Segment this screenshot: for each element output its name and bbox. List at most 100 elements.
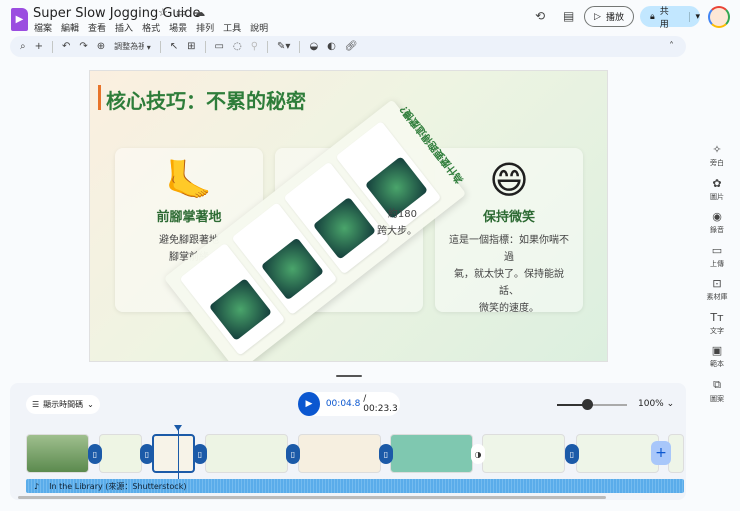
playback-control: ▶ 00:04.8 / 00:23.3 xyxy=(298,392,400,416)
scene-clip[interactable] xyxy=(26,434,89,473)
total-time: / 00:23.3 xyxy=(363,394,398,414)
slide-title[interactable]: 核心技巧：不累的秘密 xyxy=(106,85,306,114)
sidebar-label: 錄音 xyxy=(710,226,724,234)
menu-tools[interactable]: 工具 xyxy=(223,21,241,34)
scene-clip[interactable] xyxy=(205,434,288,473)
transition-icon[interactable]: ▯ xyxy=(379,444,393,464)
transition-icon[interactable]: ▯ xyxy=(88,444,102,464)
shape-icon[interactable]: ◌ xyxy=(233,41,242,52)
card-text: 約180 xyxy=(387,209,417,220)
sidebar-label: 旁白 xyxy=(710,159,724,167)
sidebar-record[interactable]: ◉ 錄音 xyxy=(700,210,734,235)
border-icon[interactable]: ◐ xyxy=(327,41,336,52)
textbox-icon[interactable]: ⊞ xyxy=(187,41,195,52)
transition-icon[interactable]: ▯ xyxy=(286,444,300,464)
slide-canvas[interactable]: 核心技巧：不累的秘密 🦶 前腳掌著地 避免腳跟著地腳掌前緣 約180跨大步。 😄… xyxy=(89,70,608,362)
timecode-toggle[interactable]: ☰ 顯示時間碼 ⌄ xyxy=(26,395,100,414)
menu-help[interactable]: 說明 xyxy=(250,21,268,34)
vids-logo[interactable]: ▶ xyxy=(11,8,28,31)
sidebar-label: 範本 xyxy=(710,360,724,368)
scene-clip[interactable] xyxy=(298,434,381,473)
card-title: 保持微笑 xyxy=(482,210,535,225)
music-note-icon: ♪ xyxy=(34,481,40,491)
transition-icon[interactable]: ▯ xyxy=(193,444,207,464)
cloud-icon[interactable]: ☁ xyxy=(194,6,205,19)
add-icon[interactable]: + xyxy=(35,41,43,52)
menu-format[interactable]: 格式 xyxy=(142,21,160,34)
transition-icon[interactable]: ▯ xyxy=(140,444,154,464)
comment-icon[interactable]: ▤ xyxy=(563,9,574,23)
timeline-play-button[interactable]: ▶ xyxy=(298,392,320,416)
add-transition-icon[interactable]: ◑ xyxy=(471,444,485,464)
fit-select[interactable]: 調整為視窗大小 ▾ xyxy=(114,41,151,52)
current-time: 00:04.8 xyxy=(325,399,361,409)
image-sparkle-icon: ✿ xyxy=(712,177,722,190)
sidebar-images[interactable]: ✿ 圖片 xyxy=(700,177,734,202)
timeline-scrollbar[interactable] xyxy=(18,496,606,499)
link-icon[interactable]: 🔗︎ xyxy=(345,41,358,52)
menu-file[interactable]: 檔案 xyxy=(34,21,52,34)
share-button[interactable]: 🔒︎ 共用 ▾ xyxy=(640,6,700,30)
play-button[interactable]: ▷ 播放 xyxy=(584,6,634,27)
card-text: 這是一個指標：如果你喘不過 xyxy=(449,235,569,263)
paint-format-icon[interactable]: ⚲ xyxy=(251,41,258,52)
scene-clip[interactable] xyxy=(390,434,473,473)
scene-clip[interactable] xyxy=(576,434,659,473)
sidebar-upload[interactable]: ▭ 上傳 xyxy=(700,244,734,269)
history-icon[interactable]: ⟲ xyxy=(535,9,545,23)
menu-insert[interactable]: 插入 xyxy=(115,21,133,34)
folder-icon: ▭ xyxy=(711,244,723,257)
undo-icon[interactable]: ↶ xyxy=(62,41,70,52)
scene-clip-selected[interactable] xyxy=(152,434,195,473)
menu-scene[interactable]: 場景 xyxy=(169,21,187,34)
play-label: 播放 xyxy=(605,13,624,23)
sparkle-icon: ✧ xyxy=(712,143,722,156)
sidebar-text[interactable]: Tт 文字 xyxy=(700,311,734,336)
sidebar-templates[interactable]: ▣ 範本 xyxy=(700,344,734,369)
shapes-icon: ⧉ xyxy=(713,378,721,391)
sidebar-label: 上傳 xyxy=(710,260,724,268)
panel-resize-handle[interactable] xyxy=(336,375,362,377)
move-folder-icon[interactable]: ▭ xyxy=(176,6,186,19)
sidebar-label: 圖片 xyxy=(710,193,724,201)
sidebar-label: 素材庫 xyxy=(706,293,728,301)
pen-icon[interactable]: ✎▾ xyxy=(277,41,290,52)
card-text: 氣，就太快了。保持能說話、 xyxy=(454,269,564,297)
transition-icon[interactable]: ▯ xyxy=(565,444,579,464)
sidebar-label: 文字 xyxy=(710,327,724,335)
title-accent-bar xyxy=(98,85,101,110)
foot-icon: 🦶 xyxy=(165,158,213,202)
fit-label: 調整為視窗大小 xyxy=(114,42,145,51)
card-text: 微笑的速度。 xyxy=(479,303,539,314)
zoom-select[interactable]: 100% ⌄ xyxy=(638,399,674,409)
star-icon[interactable]: ☆ xyxy=(158,6,168,19)
redo-icon[interactable]: ↷ xyxy=(79,41,87,52)
share-dropdown-icon[interactable]: ▾ xyxy=(689,11,700,22)
image-icon[interactable]: ▭ xyxy=(215,41,224,52)
menu-view[interactable]: 查看 xyxy=(88,21,106,34)
sidebar-narration[interactable]: ✧ 旁白 xyxy=(700,143,734,168)
select-icon[interactable]: ↖ xyxy=(170,41,178,52)
account-avatar[interactable] xyxy=(708,6,730,28)
card-text: 跨大步。 xyxy=(377,226,417,237)
zoom-value: 100% xyxy=(638,399,664,409)
zoom-icon[interactable]: ⊕ xyxy=(97,41,105,52)
scene-clip[interactable] xyxy=(99,434,142,473)
search-icon[interactable]: ⌕ xyxy=(20,41,26,52)
play-icon: ▷ xyxy=(594,11,601,22)
audio-track[interactable]: ♪ In the Library (來源：Shutterstock) xyxy=(26,479,684,493)
toolbar: ⌕ + ↶ ↷ ⊕ 調整為視窗大小 ▾ ↖ ⊞ ▭ ◌ ⚲ ✎▾ ◒ ◐ 🔗︎ ˄ xyxy=(10,36,686,57)
menu-edit[interactable]: 編輯 xyxy=(61,21,79,34)
fill-icon[interactable]: ◒ xyxy=(309,41,318,52)
template-icon: ▣ xyxy=(711,344,723,357)
menu-bar: 檔案 編輯 查看 插入 格式 場景 排列 工具 說明 xyxy=(34,21,268,34)
scene-clip[interactable] xyxy=(482,434,565,473)
menu-arrange[interactable]: 排列 xyxy=(196,21,214,34)
collapse-toolbar-icon[interactable]: ˄ xyxy=(669,41,674,52)
zoom-slider-handle[interactable] xyxy=(582,399,593,410)
add-scene-button[interactable]: + xyxy=(651,441,671,465)
sidebar-stock[interactable]: ⊡ 素材庫 xyxy=(700,277,734,302)
sidebar-shapes[interactable]: ⧉ 圖案 xyxy=(700,378,734,404)
text-icon: Tт xyxy=(710,311,724,324)
timecode-label: 顯示時間碼 xyxy=(43,400,84,409)
